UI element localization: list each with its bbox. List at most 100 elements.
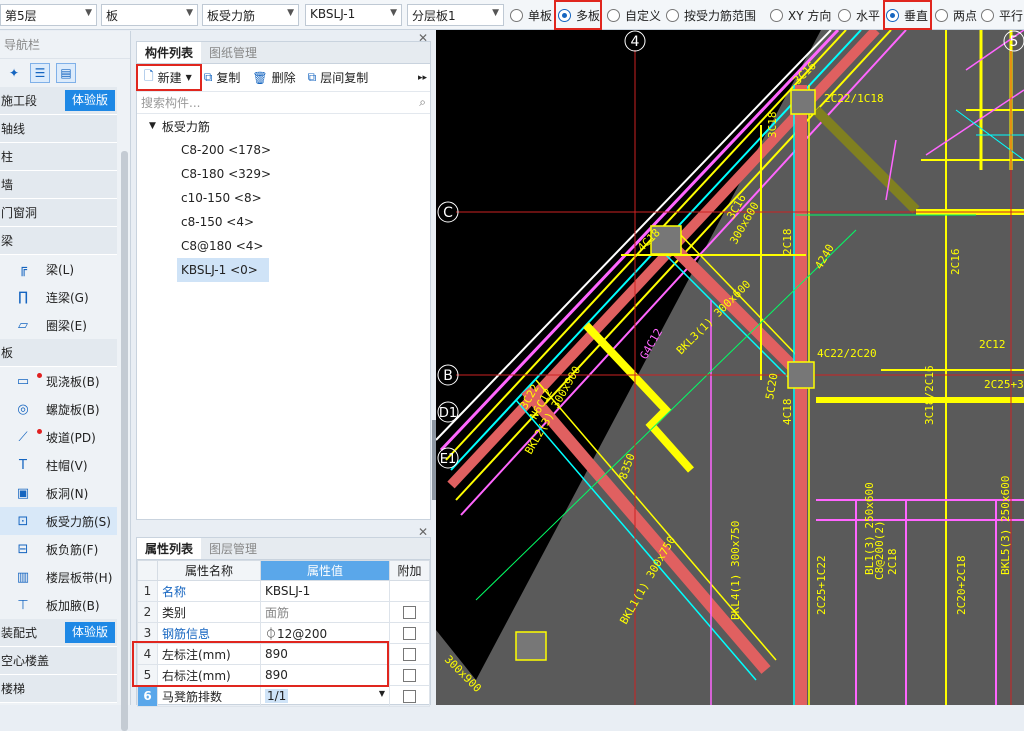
component-search[interactable]: 搜索构件... ⌕ xyxy=(137,92,430,114)
property-value[interactable]: 890 xyxy=(260,664,390,686)
tree-item[interactable]: c10-150 <8> xyxy=(177,186,269,210)
pin-icon[interactable]: ✦ xyxy=(4,63,24,83)
rebar-label: 3C18 xyxy=(766,112,779,139)
nav-item-beam[interactable]: ╔ 梁(L) xyxy=(0,255,117,283)
more-actions-icon[interactable]: ▸▸ xyxy=(418,73,427,83)
tab-property-list[interactable]: 属性列表 xyxy=(137,538,202,559)
close-icon[interactable]: ✕ xyxy=(418,31,428,45)
radio-by-rebar-range[interactable]: 按受力筋范围 xyxy=(666,7,756,23)
nav-item-ramp[interactable]: ⟋ 坡道(PD) xyxy=(0,423,117,451)
copy-icon: ⧉ xyxy=(203,70,213,84)
nav-cat-door-window[interactable]: 门窗洞 xyxy=(0,199,117,227)
slab-band-icon: ▥ xyxy=(16,569,30,585)
trial-badge[interactable]: 体验版 xyxy=(64,622,115,643)
component-panel-tabs: 构件列表 图纸管理 xyxy=(137,42,430,64)
delete-button[interactable]: 🗑 删除 xyxy=(249,67,298,89)
search-placeholder: 搜索构件... xyxy=(141,96,201,110)
nav-cat-column[interactable]: 柱 xyxy=(0,143,117,171)
nav-item-coupling-beam[interactable]: ∏ 连梁(G) xyxy=(0,283,117,311)
nav-item-floor-slab-band[interactable]: ▥ 楼层板带(H) xyxy=(0,563,117,591)
detail-view-icon[interactable]: ▤ xyxy=(56,63,76,83)
radio-label: 垂直 xyxy=(904,8,929,23)
tree-item-selected[interactable]: KBSLJ-1 <0> xyxy=(177,258,269,282)
axis-label-c: C xyxy=(443,205,453,221)
nav-cat-prefab[interactable]: 装配式 体验版 xyxy=(0,619,117,647)
chevron-down-icon: ▼ xyxy=(85,8,92,18)
property-table-header: 属性名称 属性值 附加 xyxy=(137,560,430,581)
search-icon[interactable]: ⌕ xyxy=(419,95,426,110)
edit-value[interactable]: 1/1 xyxy=(265,689,289,703)
property-extra xyxy=(389,685,430,707)
tab-component-list[interactable]: 构件列表 xyxy=(137,42,202,63)
property-panel-tabs: 属性列表 图层管理 xyxy=(137,538,430,560)
radio-custom[interactable]: 自定义 xyxy=(607,7,661,23)
property-value[interactable]: 890 xyxy=(260,643,390,665)
tree-item[interactable]: c8-150 <4> xyxy=(177,210,269,234)
nav-item-slab-hole[interactable]: ▣ 板洞(N) xyxy=(0,479,117,507)
cad-drawing[interactable]: 4 5 C B D1 E1 BKL3(1) 300x600 BKL2(3) 30… xyxy=(436,30,1024,705)
nav-item-ring-beam[interactable]: ▱ 圈梁(E) xyxy=(0,311,117,339)
chevron-down-icon[interactable]: ▼ xyxy=(379,689,385,698)
nav-scrollbar[interactable] xyxy=(121,151,128,731)
tab-layer-manager[interactable]: 图层管理 xyxy=(201,538,265,559)
radio-single-slab[interactable]: 单板 xyxy=(510,7,552,23)
axis-label-5: 5 xyxy=(1010,34,1019,50)
nav-cat-stairs[interactable]: 楼梯 xyxy=(0,675,117,703)
radio-parallel[interactable]: 平行 xyxy=(981,7,1023,23)
component-dropdown[interactable]: KBSLJ-1 ▼ xyxy=(305,4,402,26)
tree-item[interactable]: C8@180 <4> xyxy=(177,234,269,258)
new-button[interactable]: 🗋 新建 ▼ xyxy=(141,67,195,89)
type-dropdown[interactable]: 板受力筋 ▼ xyxy=(202,4,299,26)
tree-item[interactable]: C8-200 <178> xyxy=(177,138,271,162)
radio-horizontal[interactable]: 水平 xyxy=(838,7,880,23)
floor-dropdown[interactable]: 第5层 ▼ xyxy=(0,4,97,26)
nav-item-slab-haunch[interactable]: ⊤ 板加腋(B) xyxy=(0,591,117,619)
extra-checkbox[interactable] xyxy=(403,669,416,682)
extra-checkbox[interactable] xyxy=(403,627,416,640)
property-panel: 属性列表 图层管理 属性名称 属性值 附加 1 名称 KBSLJ-1 2 类别 … xyxy=(136,537,431,707)
layer-slab-dropdown[interactable]: 分层板1 ▼ xyxy=(407,4,504,26)
nav-cat-construction-section[interactable]: 施工段 体验版 xyxy=(0,87,117,115)
nav-item-label: 板受力筋(S) xyxy=(46,514,111,529)
nav-item-label: 梁(L) xyxy=(46,262,75,277)
nav-item-spiral-slab[interactable]: ◎ 螺旋板(B) xyxy=(0,395,117,423)
drawing-canvas[interactable]: 4 5 C B D1 E1 BKL3(1) 300x600 BKL2(3) 30… xyxy=(436,30,1024,705)
new-button-label: 新建 xyxy=(157,71,182,85)
tree-root-slab-rebar[interactable]: ▼ 板受力筋 xyxy=(137,114,430,138)
nav-cat-beam[interactable]: 梁 xyxy=(0,227,117,255)
tree-item[interactable]: C8-180 <329> xyxy=(177,162,271,186)
row-num: 6 xyxy=(137,685,158,707)
panel-splitter[interactable] xyxy=(432,420,436,500)
beam-icon: ╔ xyxy=(19,261,27,277)
list-view-icon[interactable]: ☰ xyxy=(30,63,50,83)
nav-item-slab-rebar[interactable]: ⊡ 板受力筋(S) xyxy=(0,507,117,535)
trial-badge[interactable]: 体验版 xyxy=(64,90,115,111)
property-value[interactable]: 面筋 xyxy=(260,601,390,623)
nav-cat-axis[interactable]: 轴线 xyxy=(0,115,117,143)
nav-item-cast-slab[interactable]: ▭ 现浇板(B) xyxy=(0,367,117,395)
radio-two-points[interactable]: 两点 xyxy=(935,7,977,23)
radio-multi-slab[interactable]: 多板 xyxy=(558,7,600,23)
category-dropdown[interactable]: 板 ▼ xyxy=(101,4,198,26)
nav-item-label: 板加腋(B) xyxy=(46,598,100,613)
extra-checkbox[interactable] xyxy=(403,606,416,619)
extra-checkbox[interactable] xyxy=(403,648,416,661)
radio-vertical[interactable]: 垂直 xyxy=(886,7,928,23)
radio-dot xyxy=(510,8,523,22)
floor-copy-button[interactable]: ⧉ 层间复制 xyxy=(305,67,372,89)
tab-drawing-manager[interactable]: 图纸管理 xyxy=(201,42,265,63)
property-value[interactable]: ⏀12@200 xyxy=(260,622,390,644)
nav-item-column-cap[interactable]: T 柱帽(V) xyxy=(0,451,117,479)
tree-root-label: 板受力筋 xyxy=(161,119,210,134)
radio-xy-direction[interactable]: XY 方向 xyxy=(770,7,831,23)
nav-cat-hollow-slab[interactable]: 空心楼盖 xyxy=(0,647,117,675)
nav-cat-slab[interactable]: 板 xyxy=(0,339,117,367)
collapse-icon[interactable]: ▼ xyxy=(149,121,156,131)
nav-item-slab-negative-rebar[interactable]: ⊟ 板负筋(F) xyxy=(0,535,117,563)
extra-checkbox[interactable] xyxy=(403,690,416,703)
property-value-editing[interactable]: 1/1 ▼ xyxy=(260,685,390,707)
radio-label: 多板 xyxy=(576,8,601,23)
copy-button[interactable]: ⧉ 复制 xyxy=(201,67,244,89)
nav-cat-wall[interactable]: 墙 xyxy=(0,171,117,199)
property-value[interactable]: KBSLJ-1 xyxy=(260,580,390,602)
